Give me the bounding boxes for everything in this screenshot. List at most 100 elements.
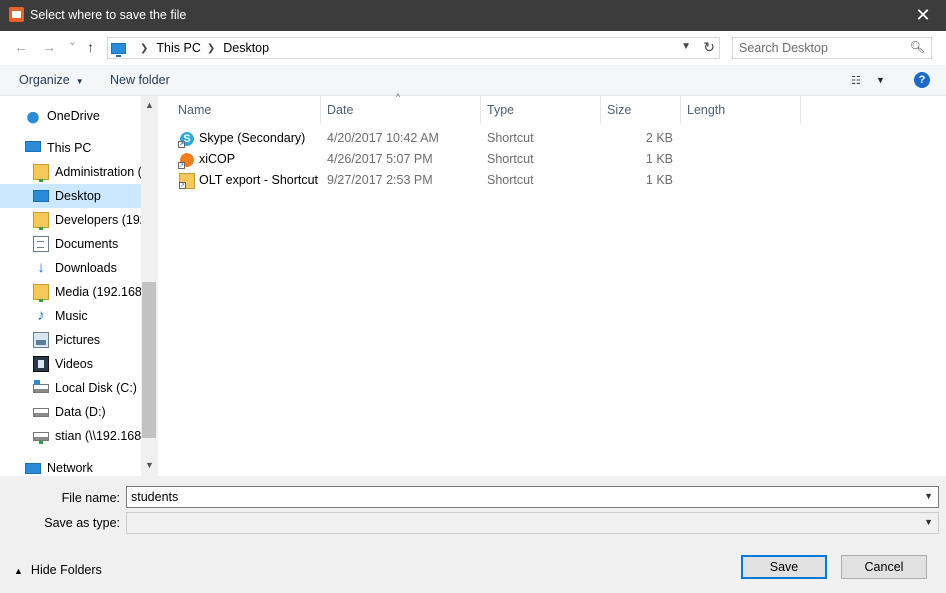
sidebar-item-label: Local Disk (C:) <box>55 381 137 395</box>
file-list: ^ Name Date Type Size Length S ↗ Skype (S… <box>158 92 946 476</box>
file-type: Shortcut <box>487 131 534 145</box>
network-icon <box>25 462 41 474</box>
column-header-date[interactable]: Date <box>321 96 481 124</box>
hide-folders-toggle[interactable]: ▲ Hide Folders <box>14 563 102 577</box>
refresh-icon[interactable]: ↻ <box>703 39 715 56</box>
column-header-size[interactable]: Size <box>601 96 681 124</box>
sidebar-item-label: OneDrive <box>47 109 100 123</box>
file-type: Shortcut <box>487 152 534 166</box>
sidebar-item-local-disk-c[interactable]: Local Disk (C:) <box>0 376 141 400</box>
sidebar-item-administration[interactable]: Administration ( <box>0 160 141 184</box>
cloud-icon <box>25 108 41 124</box>
sidebar-item-media[interactable]: Media (192.168.1 <box>0 280 141 304</box>
download-icon: ↓ <box>37 259 45 276</box>
address-dropdown-icon[interactable]: ▼ <box>681 41 691 52</box>
window-title: Select where to save the file <box>30 8 187 22</box>
address-bar[interactable]: ❯ This PC ❯ Desktop ▼ ↻ <box>107 37 720 59</box>
search-icon: 🔍︎ <box>909 40 925 54</box>
sidebar-item-data-d[interactable]: Data (D:) <box>0 400 141 424</box>
file-name: OLT export - Shortcut <box>199 173 319 187</box>
up-arrow-icon[interactable]: ↑ <box>87 39 94 55</box>
pictures-icon <box>33 332 49 348</box>
sidebar-item-label: Videos <box>55 357 93 371</box>
search-input[interactable] <box>733 38 903 58</box>
title-bar: Select where to save the file ✕ <box>0 0 946 31</box>
file-date: 9/27/2017 2:53 PM <box>327 173 433 187</box>
new-folder-button[interactable]: New folder <box>110 73 170 87</box>
chevron-up-icon: ▲ <box>14 566 23 576</box>
shortcut-arrow-icon: ↗ <box>178 162 185 169</box>
organize-menu[interactable]: Organize ▼ <box>19 73 84 87</box>
sidebar-item-developers[interactable]: Developers (192. <box>0 208 141 232</box>
sidebar-item-label: Network <box>47 461 93 475</box>
save-as-type-select[interactable]: ▼ <box>126 512 939 534</box>
sidebar-item-pictures[interactable]: Pictures <box>0 328 141 352</box>
network-folder-icon <box>33 164 49 182</box>
file-row[interactable]: ↗ OLT export - Shortcut 9/27/2017 2:53 P… <box>158 170 946 191</box>
local-disk-icon <box>33 379 49 393</box>
file-name: xiCOP <box>199 152 236 166</box>
documents-icon <box>33 236 49 252</box>
file-row[interactable]: ↗ xiCOP 4/26/2017 5:07 PM Shortcut 1 KB <box>158 149 946 170</box>
chevron-down-icon[interactable]: ▼ <box>924 517 933 527</box>
desktop-icon <box>33 190 49 202</box>
column-header-type[interactable]: Type <box>481 96 601 124</box>
search-box[interactable]: 🔍︎ <box>732 37 932 59</box>
command-bar: Organize ▼ New folder ☷ ▼ ? <box>0 65 946 96</box>
sidebar-item-label: This PC <box>47 141 92 155</box>
shortcut-arrow-icon: ↗ <box>178 141 185 148</box>
breadcrumb-separator-icon: ❯ <box>140 42 149 54</box>
sidebar-item-network[interactable]: Network <box>0 456 141 476</box>
file-name-label: File name: <box>61 491 120 505</box>
cancel-button[interactable]: Cancel <box>841 555 927 579</box>
chevron-down-icon[interactable]: ▼ <box>924 491 933 501</box>
file-date: 4/26/2017 5:07 PM <box>327 152 433 166</box>
computer-icon <box>111 42 126 57</box>
scrollbar-thumb[interactable] <box>142 282 156 438</box>
music-icon: ♪ <box>37 307 45 324</box>
sidebar-item-videos[interactable]: Videos <box>0 352 141 376</box>
disk-icon <box>33 407 49 417</box>
folder-shortcut-icon: ↗ <box>179 173 195 189</box>
save-button[interactable]: Save <box>741 555 827 579</box>
help-icon[interactable]: ? <box>914 72 930 88</box>
file-date: 4/20/2017 10:42 AM <box>327 131 439 145</box>
forward-arrow-icon[interactable]: → <box>42 39 56 55</box>
back-arrow-icon[interactable]: ← <box>14 39 28 55</box>
view-details-icon[interactable]: ☷ <box>851 74 861 87</box>
scroll-down-icon[interactable]: ▼ <box>145 460 154 470</box>
network-folder-icon <box>33 284 49 302</box>
file-type: Shortcut <box>487 173 534 187</box>
sidebar-item-stian[interactable]: stian (\\192.168.1 <box>0 424 141 448</box>
file-name-input[interactable] <box>127 487 907 507</box>
file-name-combo[interactable]: ▼ <box>126 486 939 508</box>
recent-locations-icon[interactable]: ⌄ <box>68 35 77 48</box>
computer-icon <box>25 141 41 152</box>
sidebar-item-this-pc[interactable]: This PC <box>0 136 141 160</box>
column-header-length[interactable]: Length <box>681 96 801 124</box>
sidebar-item-label: Desktop <box>55 189 101 203</box>
view-options-dropdown-icon[interactable]: ▼ <box>876 75 885 85</box>
sidebar-item-downloads[interactable]: ↓ Downloads <box>0 256 141 280</box>
close-icon[interactable]: ✕ <box>900 0 946 31</box>
sidebar-item-desktop[interactable]: Desktop <box>0 184 141 208</box>
sidebar-item-music[interactable]: ♪ Music <box>0 304 141 328</box>
scroll-up-icon[interactable]: ▲ <box>145 100 154 110</box>
app-icon <box>9 7 24 22</box>
network-drive-icon <box>33 431 49 444</box>
sidebar-item-label: Administration ( <box>55 165 141 179</box>
sidebar-scrollbar[interactable]: ▲ ▼ <box>141 96 157 476</box>
sidebar-item-documents[interactable]: Documents <box>0 232 141 256</box>
save-form: File name: ▼ Save as type: ▼ ▲ Hide Folde… <box>0 476 946 593</box>
shortcut-arrow-icon: ↗ <box>179 182 186 189</box>
file-size: 1 KB <box>645 152 673 166</box>
sidebar-item-onedrive[interactable]: OneDrive <box>0 104 141 128</box>
skype-icon: S ↗ <box>178 131 195 148</box>
breadcrumb-desktop[interactable]: Desktop <box>223 41 269 55</box>
column-header-name[interactable]: Name <box>172 96 321 124</box>
file-row[interactable]: S ↗ Skype (Secondary) 4/20/2017 10:42 AM … <box>158 128 946 149</box>
organize-label: Organize <box>19 73 70 87</box>
sidebar-item-label: Data (D:) <box>55 405 106 419</box>
breadcrumb-this-pc[interactable]: This PC <box>156 41 200 55</box>
sidebar-item-label: Documents <box>55 237 119 251</box>
